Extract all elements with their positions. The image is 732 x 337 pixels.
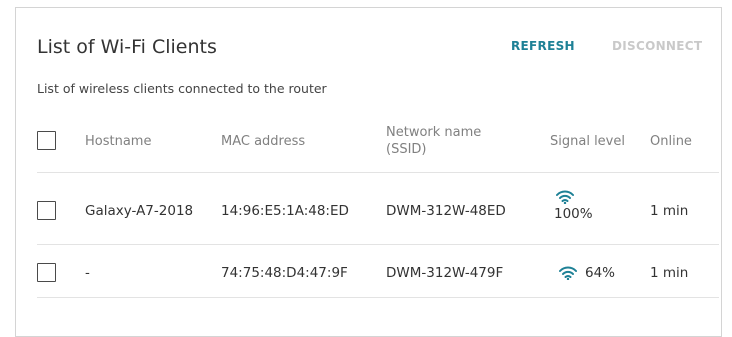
header-ssid: Network name (SSID) [386, 124, 481, 158]
header-online: Online [650, 134, 692, 149]
disconnect-button[interactable]: DISCONNECT [612, 39, 702, 53]
mac-address-cell: 14:96:E5:1A:48:ED [221, 203, 349, 219]
signal-level-cell: 100% [554, 190, 593, 223]
ssid-cell: DWM-312W-479F [386, 265, 504, 281]
hostname-cell: Galaxy-A7-2018 [85, 203, 194, 219]
header-ssid-line2: (SSID) [386, 142, 427, 157]
refresh-button[interactable]: REFRESH [511, 39, 575, 53]
header-divider [37, 172, 719, 173]
signal-level-cell: 64% [559, 264, 615, 282]
online-cell: 1 min [650, 265, 689, 281]
panel-subtitle: List of wireless clients connected to th… [37, 81, 327, 96]
row-checkbox[interactable] [37, 263, 56, 282]
online-cell: 1 min [650, 203, 689, 219]
ssid-cell: DWM-312W-48ED [386, 203, 506, 219]
mac-address-cell: 74:75:48:D4:47:9F [221, 265, 348, 281]
wifi-icon [559, 266, 577, 280]
row-divider [37, 297, 719, 298]
signal-percent: 64% [585, 265, 616, 281]
signal-percent: 100% [554, 206, 593, 222]
row-divider [37, 244, 719, 245]
wifi-icon [556, 190, 574, 204]
header-ssid-line1: Network name [386, 125, 482, 140]
header-signal-level: Signal level [550, 134, 625, 149]
header-hostname: Hostname [85, 134, 152, 149]
select-all-checkbox[interactable] [37, 131, 56, 150]
panel-title: List of Wi-Fi Clients [37, 36, 217, 58]
header-mac-address: MAC address [221, 134, 306, 149]
row-checkbox[interactable] [37, 201, 56, 220]
wifi-clients-panel: List of Wi-Fi Clients REFRESH DISCONNECT… [15, 7, 722, 337]
hostname-cell: - [85, 265, 90, 281]
